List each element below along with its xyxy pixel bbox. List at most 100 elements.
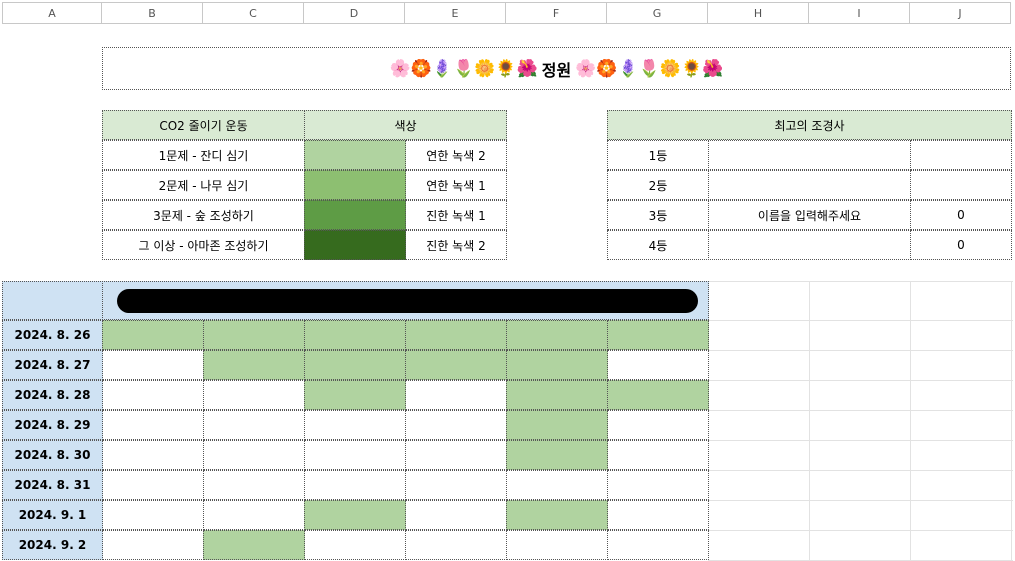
- date-cell[interactable]: 2024. 8. 28: [2, 380, 103, 410]
- grid-cell[interactable]: [102, 470, 204, 500]
- grid-cell[interactable]: [304, 350, 406, 380]
- legend-activity[interactable]: 1문제 - 잔디 심기: [102, 140, 305, 170]
- grid-cell[interactable]: [607, 500, 709, 530]
- grid-cell[interactable]: [607, 410, 709, 440]
- ranking-header[interactable]: 최고의 조경사: [607, 110, 1012, 140]
- redacted-bar: [117, 289, 698, 313]
- grid-cell[interactable]: [304, 500, 406, 530]
- grid-cell[interactable]: [102, 410, 204, 440]
- legend-activity[interactable]: 그 이상 - 아마존 조성하기: [102, 230, 305, 260]
- grid-cell[interactable]: [607, 530, 709, 560]
- grid-cell[interactable]: [405, 350, 507, 380]
- grid-cell[interactable]: [102, 320, 204, 350]
- ranking-score[interactable]: 0: [910, 200, 1012, 230]
- grid-cell[interactable]: [506, 410, 608, 440]
- legend-activity[interactable]: 3문제 - 숲 조성하기: [102, 200, 305, 230]
- grid-cell[interactable]: [304, 320, 406, 350]
- date-cell[interactable]: 2024. 9. 1: [2, 500, 103, 530]
- column-header-c[interactable]: C: [203, 2, 304, 24]
- ranking-name[interactable]: [708, 230, 911, 260]
- date-cell[interactable]: 2024. 8. 26: [2, 320, 103, 350]
- date-cell[interactable]: 2024. 8. 29: [2, 410, 103, 440]
- grid-cell[interactable]: [304, 380, 406, 410]
- column-header-d[interactable]: D: [304, 2, 405, 24]
- grid-cell[interactable]: [405, 380, 507, 410]
- grid-cell[interactable]: [405, 530, 507, 560]
- column-header-f[interactable]: F: [506, 2, 607, 24]
- grid-cell[interactable]: [102, 500, 204, 530]
- legend-color-name[interactable]: 진한 녹색 1: [405, 200, 507, 230]
- grid-cell[interactable]: [506, 530, 608, 560]
- ranking-name[interactable]: [708, 170, 911, 200]
- legend-activity[interactable]: 2문제 - 나무 심기: [102, 170, 305, 200]
- column-header-g[interactable]: G: [607, 2, 708, 24]
- legend-swatch[interactable]: [304, 170, 406, 200]
- grid-cell[interactable]: [203, 410, 305, 440]
- date-cell[interactable]: 2024. 8. 30: [2, 440, 103, 470]
- grid-cell[interactable]: [304, 470, 406, 500]
- grid-cell[interactable]: [203, 440, 305, 470]
- grid-cell[interactable]: [506, 380, 608, 410]
- grid-cell[interactable]: [506, 440, 608, 470]
- grid-cell[interactable]: [405, 440, 507, 470]
- garden-title[interactable]: 🌸🏵️🪻🌷🌼🌻🌺 정원 🌸🏵️🪻🌷🌼🌻🌺: [102, 47, 1011, 90]
- ranking-rank[interactable]: 2등: [607, 170, 709, 200]
- legend-swatch[interactable]: [304, 200, 406, 230]
- grid-cell[interactable]: [102, 380, 204, 410]
- column-header-e[interactable]: E: [405, 2, 506, 24]
- grid-cell[interactable]: [102, 440, 204, 470]
- grid-cell[interactable]: [203, 380, 305, 410]
- grid-cell[interactable]: [203, 350, 305, 380]
- grid-cell[interactable]: [607, 470, 709, 500]
- ranking-rank[interactable]: 4등: [607, 230, 709, 260]
- ranking-score[interactable]: 0: [910, 230, 1012, 260]
- grid-cell[interactable]: [506, 500, 608, 530]
- ranking-rank[interactable]: 1등: [607, 140, 709, 170]
- column-header-b[interactable]: B: [102, 2, 203, 24]
- column-header-a[interactable]: A: [2, 2, 102, 24]
- gridline: [708, 350, 1013, 351]
- grid-cell[interactable]: [405, 470, 507, 500]
- ranking-score[interactable]: [910, 140, 1012, 170]
- date-cell[interactable]: 2024. 9. 2: [2, 530, 103, 560]
- grid-cell[interactable]: [203, 470, 305, 500]
- grid-cell[interactable]: [203, 500, 305, 530]
- column-header-i[interactable]: I: [809, 2, 910, 24]
- grid-cell[interactable]: [506, 350, 608, 380]
- grid-header-corner[interactable]: [2, 281, 103, 320]
- date-cell[interactable]: 2024. 8. 27: [2, 350, 103, 380]
- date-cell[interactable]: 2024. 8. 31: [2, 470, 103, 500]
- legend-color-name[interactable]: 연한 녹색 1: [405, 170, 507, 200]
- legend-swatch[interactable]: [304, 230, 406, 260]
- grid-cell[interactable]: [405, 410, 507, 440]
- grid-cell[interactable]: [304, 440, 406, 470]
- grid-cell[interactable]: [506, 320, 608, 350]
- grid-cell[interactable]: [304, 530, 406, 560]
- ranking-name[interactable]: [708, 140, 911, 170]
- ranking-rank[interactable]: 3등: [607, 200, 709, 230]
- legend-header-color[interactable]: 색상: [304, 110, 507, 140]
- grid-cell[interactable]: [506, 470, 608, 500]
- legend-color-name[interactable]: 진한 녹색 2: [405, 230, 507, 260]
- grid-cell[interactable]: [607, 440, 709, 470]
- grid-cell[interactable]: [607, 320, 709, 350]
- grid-cell[interactable]: [405, 500, 507, 530]
- grid-cell[interactable]: [102, 350, 204, 380]
- grid-cell[interactable]: [203, 320, 305, 350]
- legend-header-activity[interactable]: CO2 줄이기 운동: [102, 110, 305, 140]
- grid-cell[interactable]: [203, 530, 305, 560]
- grid-cell[interactable]: [405, 320, 507, 350]
- gridline: [708, 320, 1013, 321]
- flower-emoji-right: 🌸🏵️🪻🌷🌼🌻🌺: [575, 58, 724, 79]
- legend-color-name[interactable]: 연한 녹색 2: [405, 140, 507, 170]
- ranking-score[interactable]: [910, 170, 1012, 200]
- legend-swatch[interactable]: [304, 140, 406, 170]
- ranking-name[interactable]: 이름을 입력해주세요: [708, 200, 911, 230]
- grid-cell[interactable]: [607, 380, 709, 410]
- grid-cell[interactable]: [607, 350, 709, 380]
- column-header-h[interactable]: H: [708, 2, 809, 24]
- column-header-j[interactable]: J: [910, 2, 1011, 24]
- title-text: 정원: [541, 60, 572, 80]
- grid-cell[interactable]: [102, 530, 204, 560]
- grid-cell[interactable]: [304, 410, 406, 440]
